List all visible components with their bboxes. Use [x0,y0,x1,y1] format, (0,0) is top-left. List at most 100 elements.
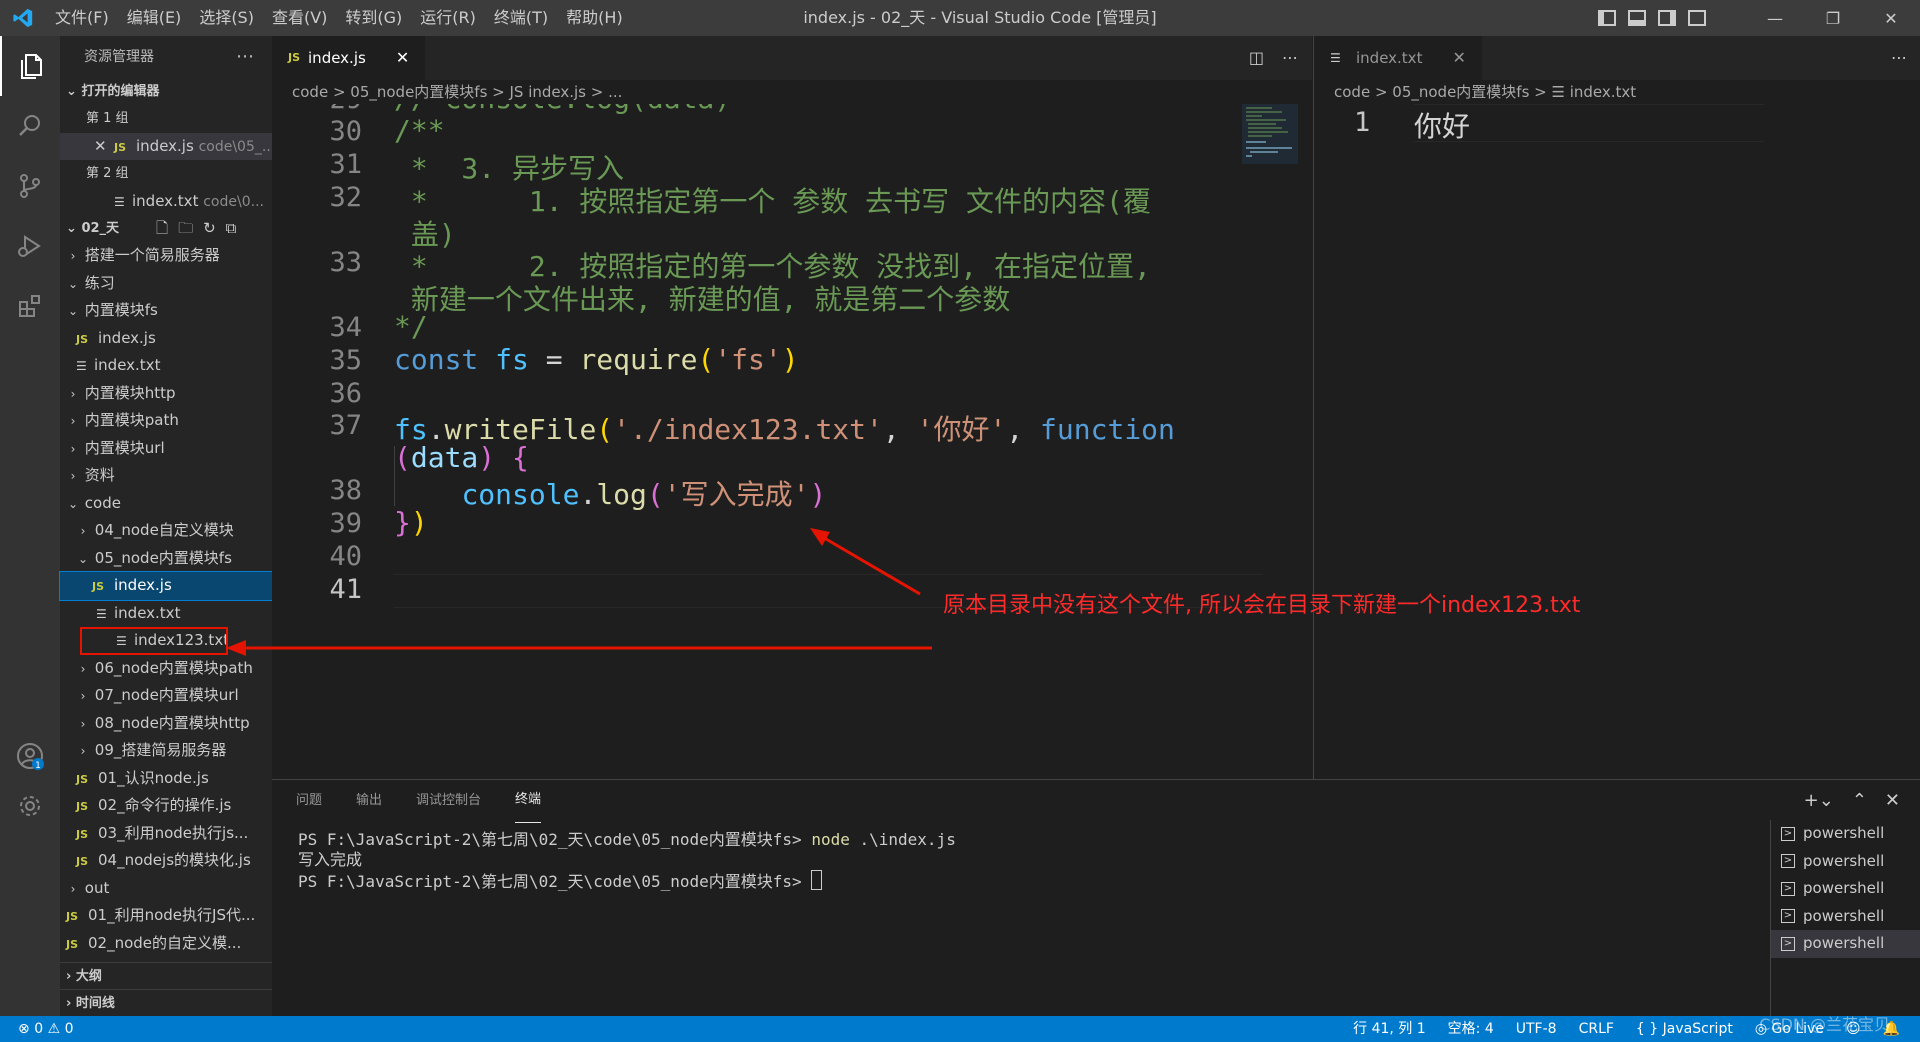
new-file-icon[interactable]: 🗋 [156,219,178,237]
tab-label: index.js [308,49,366,67]
tree-file[interactable]: ☰ index.txt [60,352,272,380]
indentation[interactable]: 空格: 4 [1448,1016,1494,1042]
tab-debug-console[interactable]: 调试控制台 [416,780,481,822]
menu-edit[interactable]: 编辑(E) [118,0,191,36]
maximize-panel-icon[interactable]: ⌃ [1852,780,1867,822]
tree-folder[interactable]: › 09_搭建简易服务器 [60,737,272,765]
tab-output[interactable]: 输出 [356,780,382,822]
tree-folder[interactable]: ⌄ 内置模块fs [60,297,272,325]
problems-status[interactable]: ⊗ 0 ⚠ 0 [18,1016,74,1042]
menu-help[interactable]: 帮助(H) [557,0,632,36]
terminal-instance[interactable]: > powershell [1771,875,1920,903]
tree-file[interactable]: JS 01_认识node.js [60,765,272,793]
tree-file[interactable]: JS 04_nodejs的模块化.js [60,847,272,875]
more-actions-icon[interactable]: ⋯ [1891,36,1907,80]
tree-folder[interactable]: ⌄ 05_node内置模块fs [60,545,272,573]
tree-file-selected[interactable]: JS index.js [59,571,273,601]
tab-index-txt[interactable]: ☰ index.txt ✕ [1314,36,1482,80]
folder-label: 04_node自定义模块 [94,521,234,539]
breadcrumb[interactable]: code > 05_node内置模块fs > ☰ index.txt [1314,80,1920,104]
refresh-icon[interactable]: ↻ [203,219,226,237]
tree-folder[interactable]: › 资料 [60,462,272,490]
timeline-section[interactable]: › 时间线 [60,989,272,1016]
customize-layout-icon[interactable] [1688,10,1706,26]
split-editor-icon[interactable]: ◫ [1249,36,1264,80]
menu-file[interactable]: 文件(F) [46,0,118,36]
line-ending[interactable]: CRLF [1579,1016,1614,1042]
tree-file-new-highlighted[interactable]: ☰ index123.txt [80,627,228,655]
terminal-name: powershell [1803,879,1885,897]
tree-folder[interactable]: › 06_node内置模块path [60,655,272,683]
tree-folder[interactable]: ⌄ code [60,490,272,518]
close-icon[interactable]: ✕ [94,133,114,161]
chevron-right-icon: › [70,249,76,263]
menu-go[interactable]: 转到(G) [336,0,411,36]
toggle-secondary-sidebar-icon[interactable] [1658,10,1676,26]
code-line: * 1. 按照指定第一个 参数 去书写 文件的内容(覆 [394,185,1151,218]
terminal-instance[interactable]: > powershell [1771,848,1920,876]
menu-terminal[interactable]: 终端(T) [485,0,557,36]
collapse-all-icon[interactable]: ⧉ [226,219,247,237]
terminal-instance-active[interactable]: > powershell [1771,930,1920,958]
more-actions-icon[interactable]: ⋯ [236,36,254,78]
open-editor-item[interactable]: ☰ index.txt code\0... [60,188,272,216]
new-folder-icon[interactable]: 🗀 [178,219,203,237]
restore-button[interactable]: ❐ [1804,0,1862,36]
open-editors-section[interactable]: ⌄ 打开的编辑器 [60,78,272,105]
variable: fs [495,343,529,376]
tab-index-js[interactable]: JS index.js ✕ [272,36,426,80]
minimap[interactable] [1242,104,1298,204]
close-icon[interactable]: ✕ [396,36,409,80]
terminal-output[interactable]: PS F:\JavaScript-2\第七周\02_天\code\05_node… [298,830,956,892]
open-editor-item[interactable]: ✕ JS index.js code\05_... [60,132,272,161]
search-icon[interactable] [0,96,60,156]
tree-file[interactable]: ☰ index.txt [60,600,272,628]
tree-folder[interactable]: › 07_node内置模块url [60,682,272,710]
tree-file[interactable]: JS 01_利用node执行JS代... [60,902,272,930]
new-terminal-icon[interactable]: +⌄ [1804,780,1834,822]
menu-selection[interactable]: 选择(S) [190,0,263,36]
tree-file[interactable]: JS 03_利用node执行js... [60,820,272,848]
tree-folder[interactable]: ⌄ 练习 [60,270,272,298]
toggle-panel-icon[interactable] [1628,10,1646,26]
run-debug-icon[interactable] [0,216,60,276]
close-icon[interactable]: ✕ [1452,36,1465,80]
editor-group-2[interactable]: 第 2 组 [60,160,272,188]
tab-problems[interactable]: 问题 [296,780,322,822]
terminal-instance[interactable]: > powershell [1771,820,1920,848]
close-panel-icon[interactable]: ✕ [1885,780,1900,822]
tree-file[interactable]: JS index.js [60,325,272,353]
close-window-button[interactable]: ✕ [1862,0,1920,36]
tree-folder[interactable]: › 08_node内置模块http [60,710,272,738]
menu-run[interactable]: 运行(R) [411,0,485,36]
text-editor[interactable]: 1 你好 [1314,104,1904,779]
code-editor[interactable]: 29 30 31 32 33 34 35 36 37 38 39 40 41 /… [272,104,1262,779]
editor-group-1[interactable]: 第 1 组 [60,105,272,133]
tree-folder[interactable]: › 04_node自定义模块 [60,517,272,545]
tree-folder[interactable]: › 内置模块http [60,380,272,408]
breadcrumb[interactable]: code > 05_node内置模块fs > JS index.js > ... [272,80,1312,104]
outline-section[interactable]: › 大纲 [60,962,272,989]
tree-folder[interactable]: › 搭建一个简易服务器 [60,242,272,270]
terminal-instance[interactable]: > powershell [1771,903,1920,931]
toggle-sidebar-icon[interactable] [1598,10,1616,26]
source-control-icon[interactable] [0,156,60,216]
tab-terminal[interactable]: 终端 [515,780,542,823]
tree-folder[interactable]: › 内置模块path [60,407,272,435]
explorer-icon[interactable] [0,36,60,96]
minimize-button[interactable]: — [1746,0,1804,36]
cursor-position[interactable]: 行 41, 列 1 [1353,1016,1426,1042]
encoding[interactable]: UTF-8 [1516,1016,1557,1042]
settings-gear-icon[interactable] [0,776,60,836]
workspace-section[interactable]: ⌄ 02_天 🗋🗀↻⧉ [60,215,272,242]
tree-file[interactable]: JS 02_node的自定义模... [60,930,272,958]
terminal-icon: > [1781,826,1795,841]
language-mode[interactable]: { } JavaScript [1636,1016,1733,1042]
editor-scrollbar[interactable] [1298,104,1312,779]
tree-folder[interactable]: › 内置模块url [60,435,272,463]
extensions-icon[interactable] [0,276,60,336]
menu-view[interactable]: 查看(V) [263,0,336,36]
tree-folder[interactable]: › out [60,875,272,903]
tree-file[interactable]: JS 02_命令行的操作.js [60,792,272,820]
more-actions-icon[interactable]: ⋯ [1282,36,1298,80]
